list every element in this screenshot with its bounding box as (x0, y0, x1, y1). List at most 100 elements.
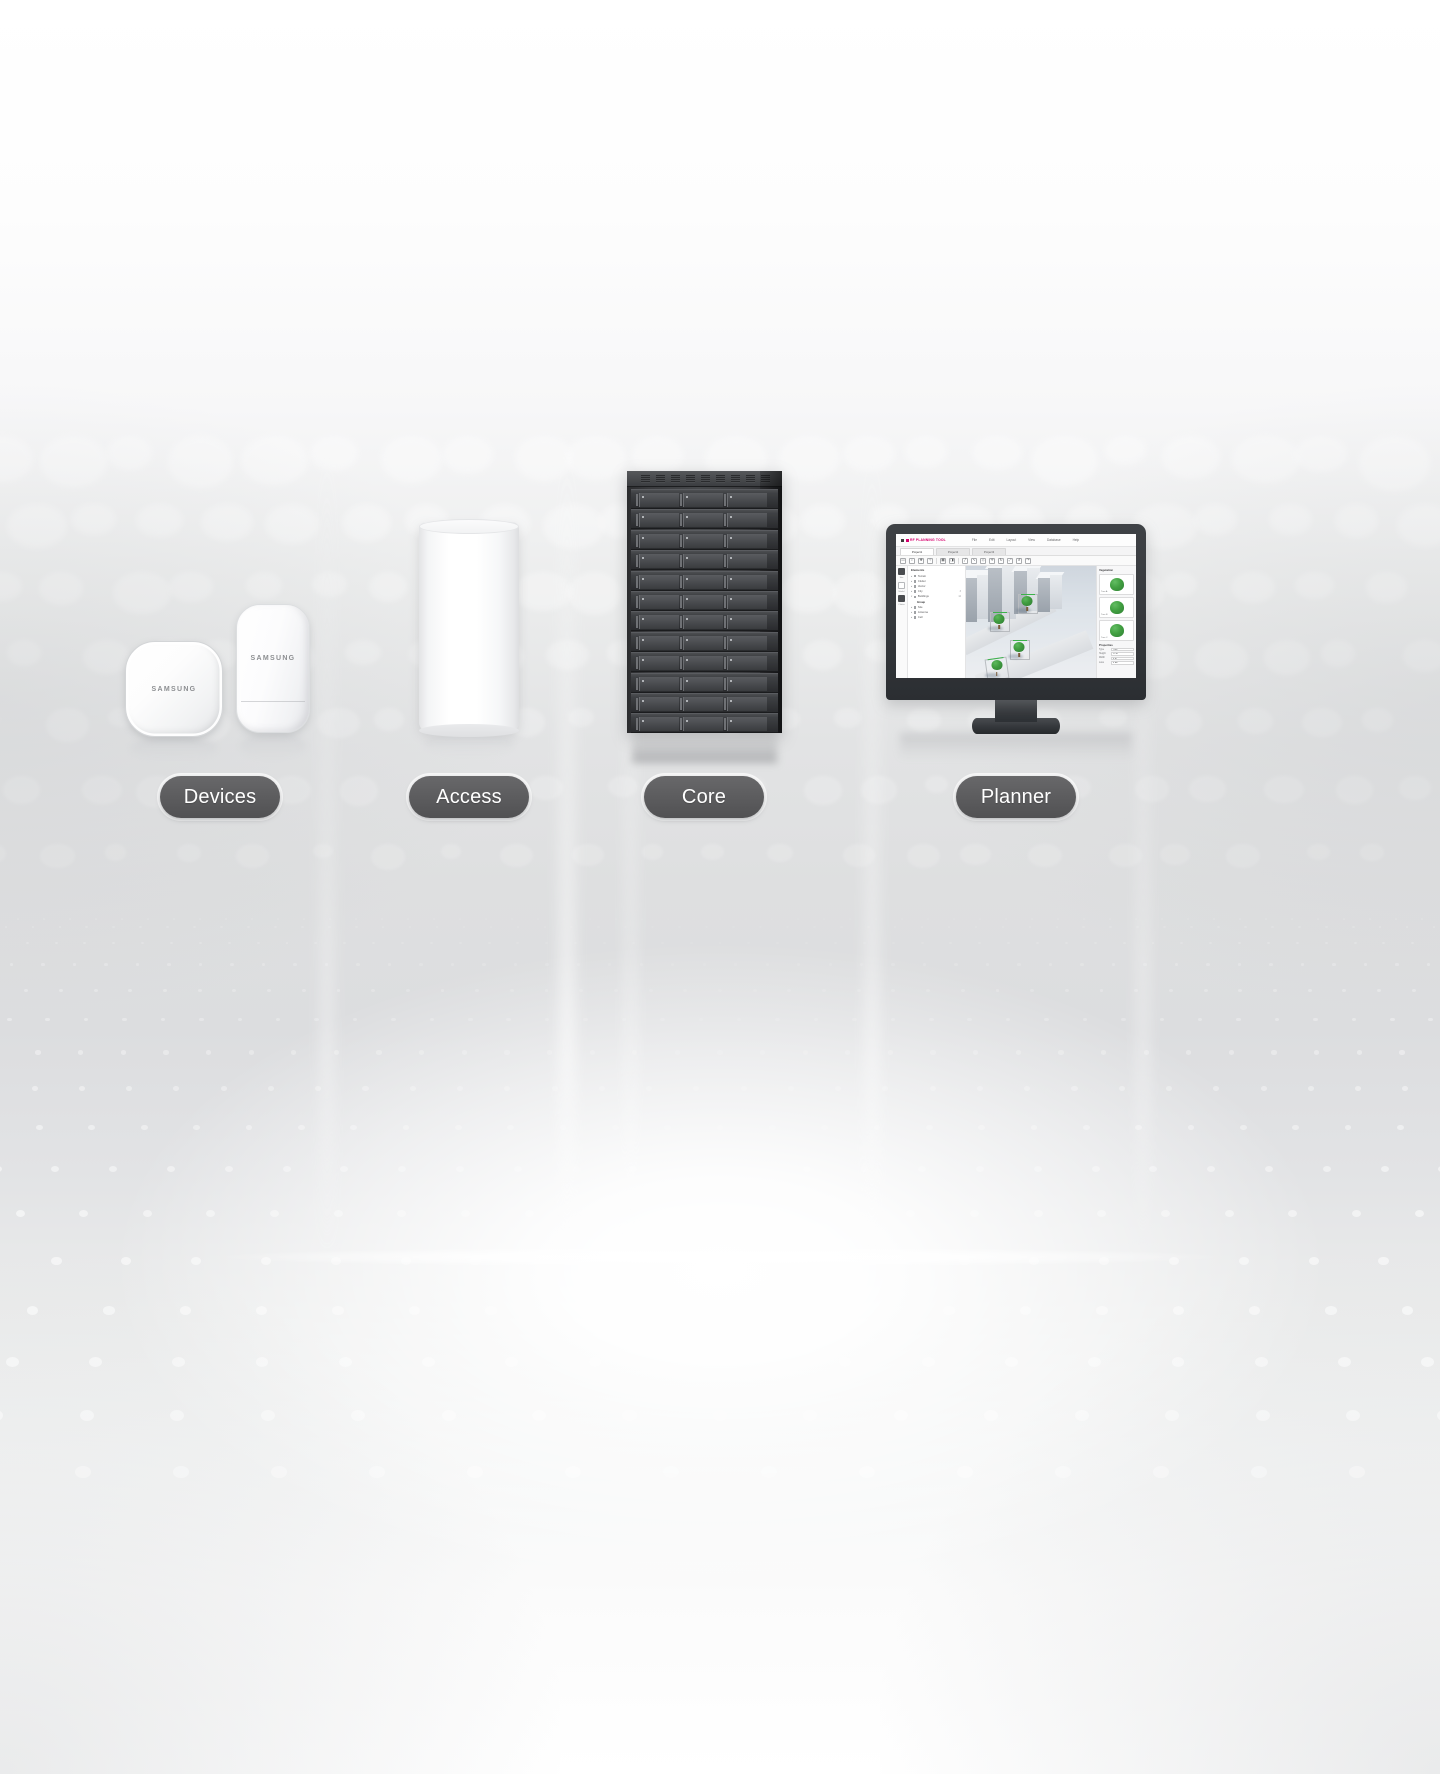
measure-icon[interactable]: ⊹ (927, 557, 933, 564)
menu-item-edit[interactable]: Edit (989, 538, 995, 542)
model-icon[interactable] (898, 581, 905, 589)
floor-dot (760, 1050, 766, 1055)
desktop-monitor: RF PLANNING TOOL File Edit Layout View D… (886, 524, 1146, 700)
app-menu-bar[interactable]: File Edit Layout View Database Help (972, 538, 1079, 542)
floor-dot (1097, 1210, 1107, 1218)
expand-icon[interactable]: ▸ (911, 606, 912, 609)
menu-item-file[interactable]: File (972, 538, 977, 542)
floor-dot (671, 963, 675, 966)
background-dot (1162, 436, 1220, 480)
floor-dot (1307, 988, 1312, 992)
server-status-led (730, 638, 732, 641)
tab-project1[interactable]: Project1 (900, 548, 934, 555)
floor-dot (224, 1166, 233, 1173)
floor-dot (856, 988, 861, 992)
floor-dot (1171, 1356, 1185, 1367)
properties-header: Properties (1099, 642, 1113, 647)
floor-dot (860, 963, 864, 966)
app-toolbar[interactable]: ▭ ⌕ ✥ ⊹ ▦ ◨ ╱ ∿ ◇ ✛ ↻ ⤢ ↺ ↷ (896, 556, 1136, 566)
label-planner[interactable]: Planner (956, 776, 1076, 818)
expand-icon[interactable]: ▸ (911, 611, 912, 614)
server-unit (631, 570, 778, 591)
floor-dot (790, 1305, 803, 1315)
expand-icon[interactable]: ▸ (911, 616, 912, 619)
background-dot (515, 436, 573, 481)
floor-dot (608, 963, 612, 966)
app-icon-strip[interactable]: Site Model Clutter (896, 566, 908, 678)
checkbox-icon[interactable] (913, 590, 917, 593)
tree-row[interactable]: ▸ Cell (911, 615, 963, 620)
checkbox-icon[interactable] (913, 595, 917, 599)
menu-item-help[interactable]: Help (1073, 538, 1080, 542)
grid-icon[interactable]: ▦ (940, 557, 946, 564)
floor-dot (1378, 1256, 1389, 1265)
floor-dot (1172, 1305, 1184, 1315)
checkbox-icon[interactable] (913, 579, 917, 583)
library-card[interactable]: Tree A (1099, 573, 1134, 595)
server-drive-bay (639, 554, 679, 569)
label-core[interactable]: Core (644, 776, 764, 818)
checkbox-icon[interactable] (913, 616, 917, 619)
project-tab-bar[interactable]: Project1 Project2 Project3 (896, 547, 1136, 556)
expand-icon[interactable]: ▸ (911, 580, 912, 583)
viewport-3d-city[interactable] (966, 566, 1096, 678)
label-devices[interactable]: Devices (160, 776, 280, 818)
pan-icon[interactable]: ✥ (918, 557, 924, 564)
library-card[interactable]: Tree B (1099, 596, 1134, 618)
clutter-icon[interactable] (898, 595, 905, 603)
element-tree-panel[interactable]: Elements ▸ Terrain ▸ Clutter ▸ Vector ▸ … (908, 566, 966, 678)
floor-dot (947, 926, 951, 929)
property-value[interactable]: 12 m (1111, 652, 1134, 656)
menu-item-view[interactable]: View (1028, 538, 1035, 542)
floor-dot (611, 1124, 619, 1131)
icon-strip-caption-site: Site (899, 577, 904, 579)
server-status-led (686, 638, 688, 641)
expand-icon[interactable]: ▾ (911, 595, 912, 598)
property-value[interactable]: 6 m (1111, 656, 1134, 661)
expand-icon[interactable]: ▸ (911, 585, 912, 588)
floor-dot (1344, 1124, 1352, 1131)
background-dot (767, 844, 793, 862)
property-value[interactable]: 4 dB (1111, 661, 1134, 665)
rotate-icon[interactable]: ↻ (998, 557, 1004, 564)
zoom-icon[interactable]: ⌕ (909, 557, 915, 564)
tab-project3[interactable]: Project3 (972, 548, 1006, 555)
floor-dot (267, 988, 271, 992)
floor-dot (461, 1050, 467, 1055)
expand-icon[interactable]: ▸ (911, 575, 912, 578)
floor-dot (1121, 1017, 1126, 1022)
floor-dot (468, 1017, 473, 1022)
library-panel[interactable]: Vegetation Tree A Tree B Tree C Properti… (1096, 566, 1136, 678)
floor-dot (967, 1017, 972, 1022)
site-icon[interactable] (898, 568, 905, 575)
floor-dot (1405, 926, 1409, 929)
floor-dot (1033, 1166, 1042, 1173)
layers-icon[interactable]: ◨ (949, 557, 955, 564)
polygon-icon[interactable]: ◇ (980, 557, 986, 564)
checkbox-icon[interactable] (913, 611, 917, 614)
library-card[interactable]: Tree C (1099, 619, 1134, 641)
move-icon[interactable]: ✛ (989, 557, 995, 564)
server-drive-bay (727, 697, 767, 711)
line-icon[interactable]: ╱ (962, 557, 968, 564)
select-icon[interactable]: ▭ (900, 557, 906, 564)
undo-icon[interactable]: ↺ (1016, 557, 1022, 564)
checkbox-icon[interactable] (913, 574, 917, 578)
cylinder-access-unit-top (419, 519, 519, 534)
curve-icon[interactable]: ∿ (971, 557, 977, 564)
expand-icon[interactable]: ▸ (911, 590, 912, 593)
floor-dot (1428, 1017, 1433, 1022)
redo-icon[interactable]: ↷ (1025, 557, 1031, 564)
floor-dot (1048, 963, 1053, 966)
floor-dot (371, 988, 376, 992)
checkbox-icon[interactable] (913, 585, 917, 588)
scale-icon[interactable]: ⤢ (1007, 557, 1013, 564)
property-value[interactable]: Tree (1111, 647, 1134, 652)
checkbox-icon[interactable] (913, 605, 917, 609)
menu-item-layout[interactable]: Layout (1007, 538, 1017, 542)
tab-project2[interactable]: Project2 (936, 548, 970, 555)
label-access[interactable]: Access (409, 776, 529, 818)
rack-vent (701, 475, 710, 483)
menu-item-database[interactable]: Database (1047, 538, 1061, 542)
floor-dot (1190, 926, 1193, 929)
